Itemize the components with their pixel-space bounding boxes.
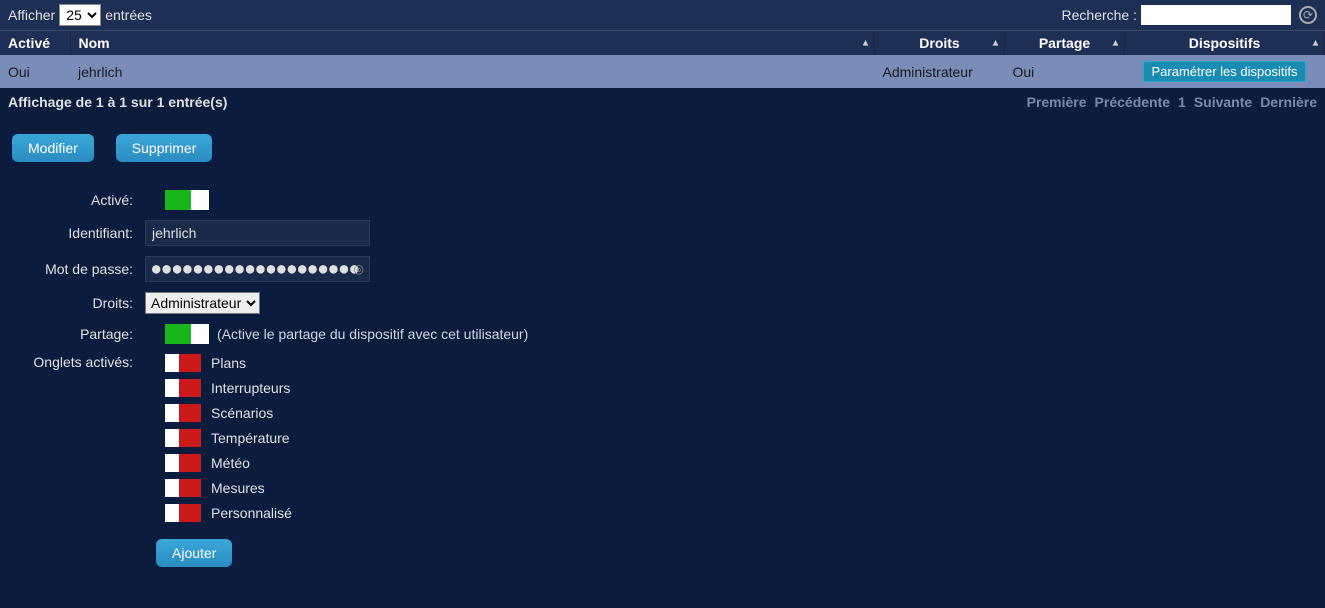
- tab-label: Plans: [211, 355, 246, 371]
- tab-toggle[interactable]: [165, 429, 201, 447]
- cell-active: Oui: [0, 55, 70, 88]
- active-label: Activé:: [0, 192, 145, 208]
- rights-label: Droits:: [0, 295, 145, 311]
- show-label: Afficher: [8, 7, 55, 23]
- tab-row: Mesures: [165, 479, 292, 497]
- add-button[interactable]: Ajouter: [156, 539, 232, 567]
- active-toggle[interactable]: [165, 190, 209, 210]
- search-control: Recherche :: [1062, 5, 1317, 25]
- tab-label: Personnalisé: [211, 505, 292, 521]
- sharing-label: Partage:: [0, 326, 145, 342]
- tab-label: Température: [211, 430, 290, 446]
- page-last[interactable]: Dernière: [1260, 94, 1317, 110]
- col-name[interactable]: Nom▴: [70, 31, 875, 55]
- entries-label: entrées: [105, 7, 152, 23]
- col-rights[interactable]: Droits▴: [875, 31, 1005, 55]
- tab-toggle[interactable]: [165, 379, 201, 397]
- tabs-label: Onglets activés:: [0, 354, 145, 370]
- col-active[interactable]: Activé: [0, 31, 70, 55]
- tab-label: Scénarios: [211, 405, 273, 421]
- tab-label: Interrupteurs: [211, 380, 290, 396]
- rights-select[interactable]: Administrateur: [145, 292, 260, 314]
- action-buttons: Modifier Supprimer: [0, 116, 1325, 170]
- sort-up-icon: ▴: [1313, 38, 1318, 49]
- table-info: Affichage de 1 à 1 sur 1 entrée(s): [8, 94, 227, 110]
- page-next[interactable]: Suivante: [1194, 94, 1252, 110]
- entries-control: Afficher 25 entrées: [8, 4, 152, 26]
- tab-row: Scénarios: [165, 404, 292, 422]
- cell-rights: Administrateur: [875, 55, 1005, 88]
- search-input[interactable]: [1141, 5, 1291, 25]
- page-prev[interactable]: Précédente: [1095, 94, 1170, 110]
- tab-toggle[interactable]: [165, 479, 201, 497]
- tab-toggle[interactable]: [165, 404, 201, 422]
- delete-button[interactable]: Supprimer: [116, 134, 213, 162]
- topbar: Afficher 25 entrées Recherche :: [0, 0, 1325, 31]
- eye-icon[interactable]: ◎: [354, 262, 364, 276]
- col-sharing[interactable]: Partage▴: [1005, 31, 1125, 55]
- pagination: Première Précédente 1 Suivante Dernière: [1027, 94, 1317, 110]
- tab-row: Température: [165, 429, 292, 447]
- sort-up-icon: ▴: [1113, 38, 1118, 49]
- user-form: Activé: Identifiant: Mot de passe: ◎ Dro…: [0, 170, 1325, 587]
- tab-label: Mesures: [211, 480, 265, 496]
- tab-row: Interrupteurs: [165, 379, 292, 397]
- configure-devices-button[interactable]: Paramétrer les dispositifs: [1143, 61, 1307, 82]
- tab-toggle[interactable]: [165, 454, 201, 472]
- refresh-icon[interactable]: [1299, 6, 1317, 24]
- cell-sharing: Oui: [1005, 55, 1125, 88]
- cell-devices: Paramétrer les dispositifs: [1125, 55, 1325, 88]
- table-row[interactable]: Oui jehrlich Administrateur Oui Paramétr…: [0, 55, 1325, 88]
- users-table: Activé Nom▴ Droits▴ Partage▴ Dispositifs…: [0, 31, 1325, 88]
- tab-label: Météo: [211, 455, 250, 471]
- tab-row: Personnalisé: [165, 504, 292, 522]
- search-label: Recherche :: [1062, 7, 1137, 23]
- pwd-input[interactable]: [145, 256, 370, 282]
- page-first[interactable]: Première: [1027, 94, 1087, 110]
- table-footer: Affichage de 1 à 1 sur 1 entrée(s) Premi…: [0, 88, 1325, 116]
- tab-row: Météo: [165, 454, 292, 472]
- entries-select[interactable]: 25: [59, 4, 101, 26]
- modify-button[interactable]: Modifier: [12, 134, 94, 162]
- sharing-hint: (Active le partage du dispositif avec ce…: [217, 326, 528, 342]
- pwd-label: Mot de passe:: [0, 261, 145, 277]
- cell-name: jehrlich: [70, 55, 875, 88]
- page-number[interactable]: 1: [1178, 94, 1186, 110]
- sort-up-icon: ▴: [993, 38, 998, 49]
- tab-toggle[interactable]: [165, 504, 201, 522]
- tab-row: Plans: [165, 354, 292, 372]
- sort-up-icon: ▴: [863, 38, 868, 49]
- sharing-toggle[interactable]: [165, 324, 209, 344]
- id-input[interactable]: [145, 220, 370, 246]
- col-devices[interactable]: Dispositifs▴: [1125, 31, 1325, 55]
- id-label: Identifiant:: [0, 225, 145, 241]
- tab-toggle[interactable]: [165, 354, 201, 372]
